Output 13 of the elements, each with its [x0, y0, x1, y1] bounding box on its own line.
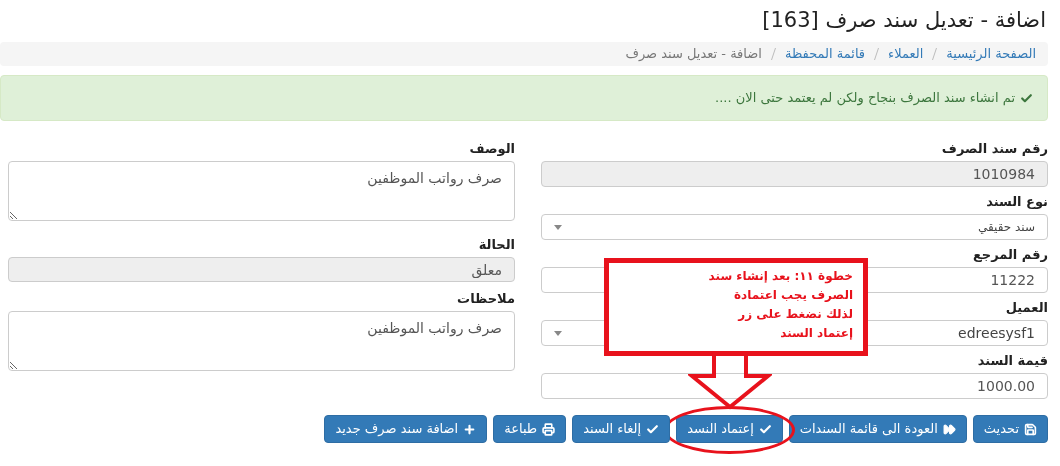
field-label: الحالة	[478, 235, 515, 254]
field-label: العميل	[1005, 298, 1048, 317]
field-label: الوصف	[469, 139, 515, 158]
field-label: ملاحظات	[457, 289, 515, 308]
alert-message: تم انشاء سند الصرف بنجاح ولكن لم يعتمد حتى الان ....	[715, 89, 1015, 108]
select-value: سند حقيقي	[978, 219, 1035, 236]
page-title: اضافة - تعديل سند صرف [163]	[762, 7, 1046, 35]
field-label: رقم سند الصرف	[941, 139, 1048, 158]
select-value: edreesysf1	[958, 323, 1035, 343]
field-label: قيمة السند	[977, 351, 1048, 370]
breadcrumb-current: اضافة - تعديل سند صرف	[625, 45, 762, 64]
field-label: نوع السند	[986, 192, 1048, 211]
field-label: رقم المرجع	[972, 245, 1048, 264]
